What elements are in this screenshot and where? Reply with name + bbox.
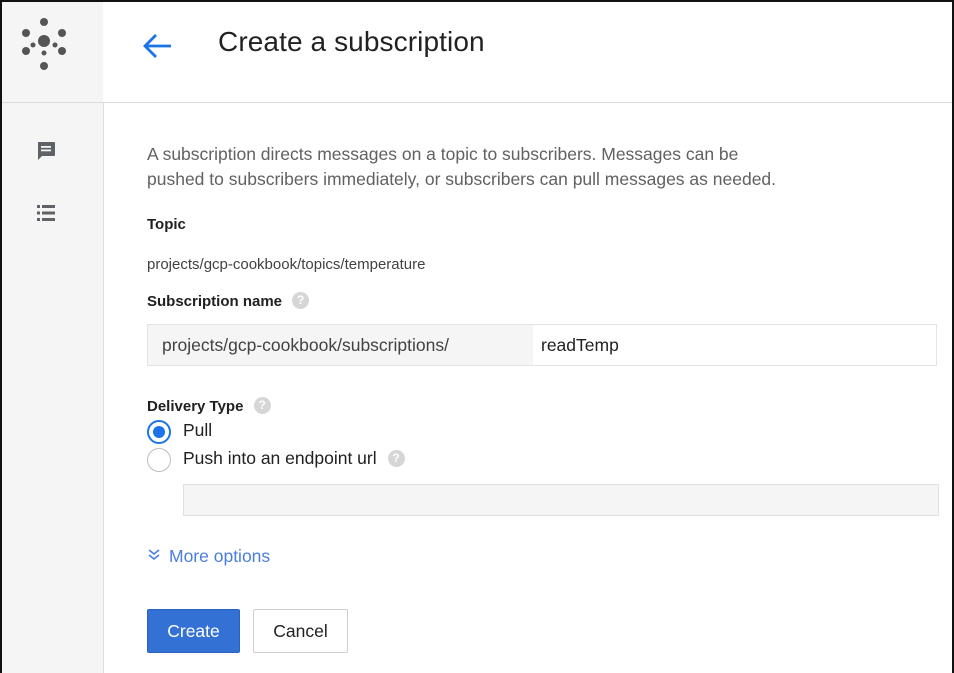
intro-text: A subscription directs messages on a top…: [147, 142, 947, 192]
left-rail: [2, 2, 104, 673]
create-button[interactable]: Create: [147, 609, 240, 653]
topic-value: projects/gcp-cookbook/topics/temperature: [147, 256, 426, 273]
page-header: Create a subscription: [103, 2, 952, 103]
cancel-button[interactable]: Cancel: [253, 609, 348, 653]
subscription-name-input[interactable]: [533, 325, 936, 365]
arrow-back-icon: [143, 34, 171, 58]
message-icon[interactable]: [35, 140, 57, 162]
subscription-prefix: projects/gcp-cookbook/subscriptions/: [148, 325, 533, 365]
subscription-name-label-row: Subscription name ?: [147, 291, 310, 311]
list-icon[interactable]: [35, 202, 57, 224]
intro-line-2: pushed to subscribers immediately, or su…: [147, 169, 777, 189]
topic-label: Topic: [147, 216, 186, 233]
back-button[interactable]: [139, 30, 175, 62]
double-chevron-down-icon: [147, 546, 163, 567]
subscription-name-label: Subscription name: [147, 293, 283, 310]
intro-line-1: A subscription directs messages on a top…: [147, 144, 739, 164]
pubsub-logo-icon: [22, 18, 66, 70]
pubsub-logo[interactable]: [2, 2, 103, 103]
endpoint-url-input[interactable]: [183, 484, 939, 516]
more-options-link[interactable]: More options: [147, 546, 270, 567]
more-options-label: More options: [169, 546, 271, 566]
pull-label: Pull: [183, 420, 213, 440]
delivery-type-label: Delivery Type: [147, 398, 244, 415]
subscription-name-field: projects/gcp-cookbook/subscriptions/: [147, 324, 937, 366]
delivery-type-label-row: Delivery Type ?: [147, 396, 271, 416]
help-icon[interactable]: ?: [292, 291, 310, 309]
push-radio[interactable]: [147, 448, 171, 472]
help-icon[interactable]: ?: [387, 449, 405, 467]
page-title: Create a subscription: [218, 26, 485, 57]
push-label: Push into an endpoint url ?: [183, 448, 405, 469]
push-label-text: Push into an endpoint url: [183, 448, 377, 468]
help-icon[interactable]: ?: [253, 396, 271, 414]
pull-radio[interactable]: [147, 420, 171, 444]
